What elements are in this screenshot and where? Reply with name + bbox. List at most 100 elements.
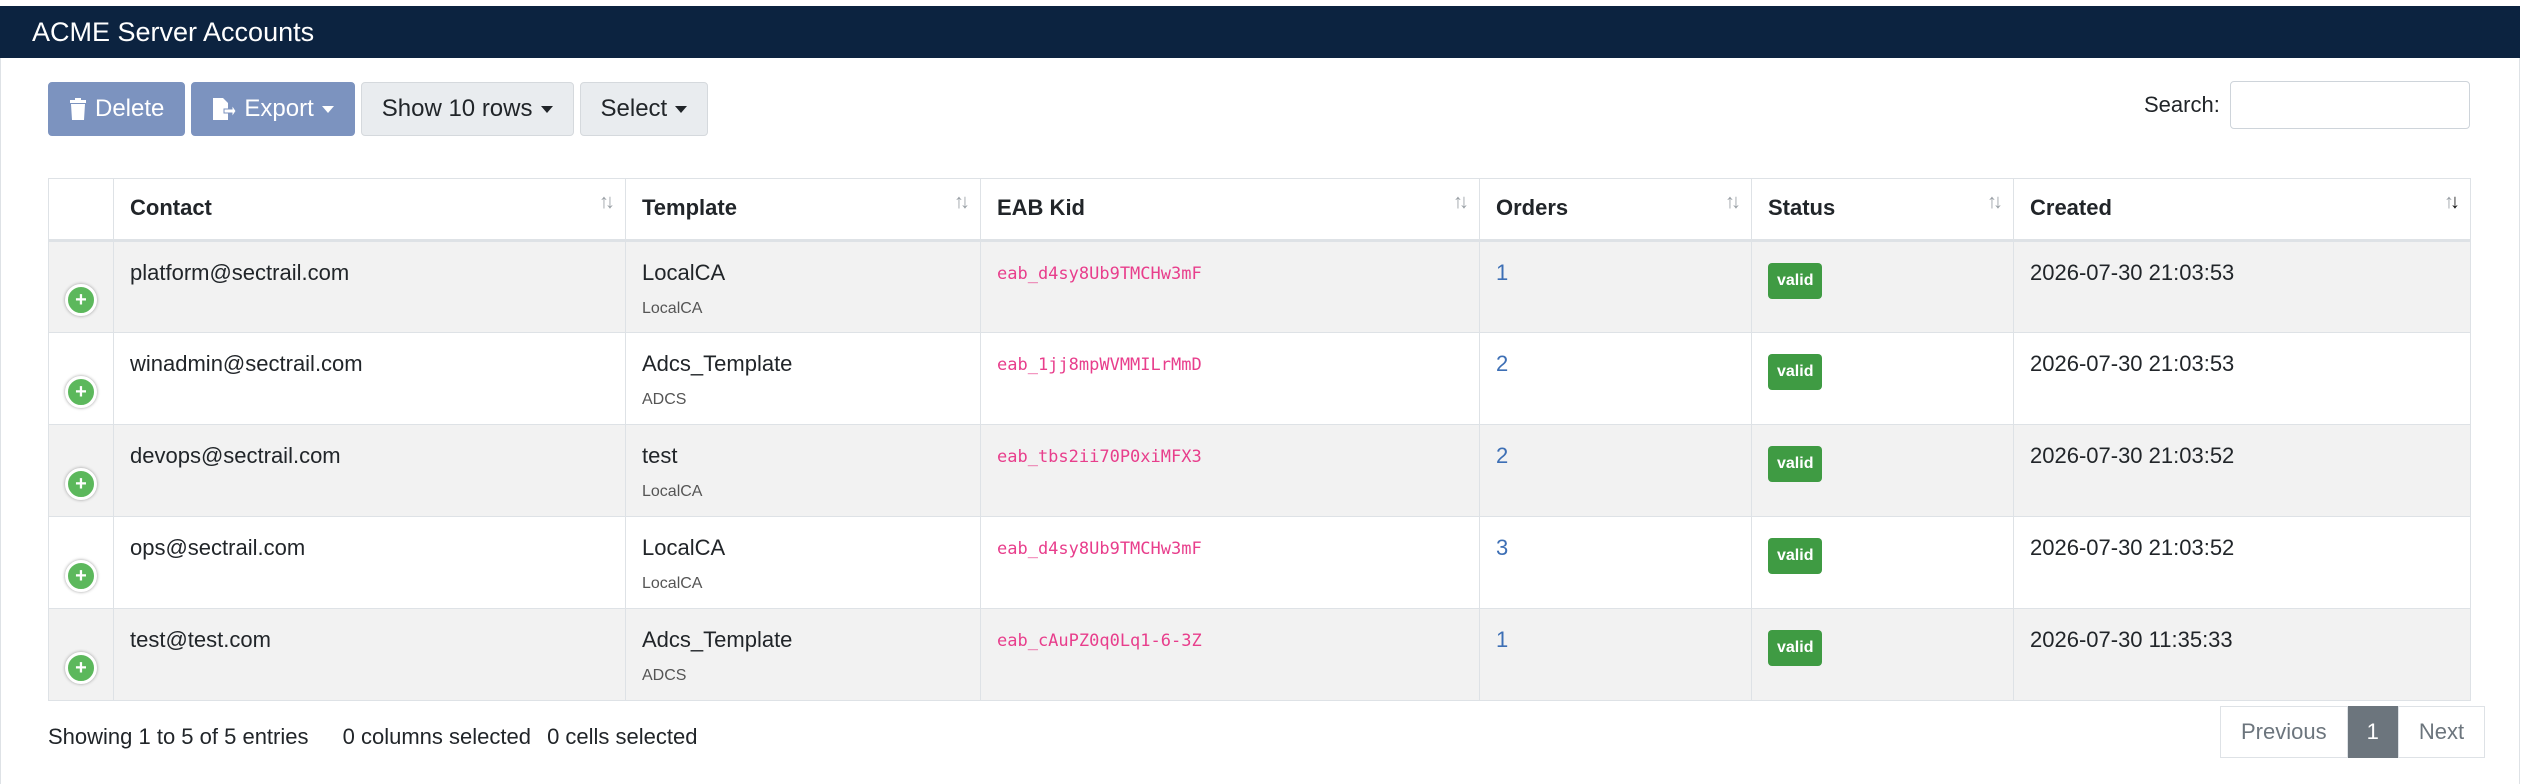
status-badge: valid	[1768, 263, 1823, 299]
search-label: Search:	[2144, 92, 2220, 117]
eab-kid-code: eab_d4sy8Ub9TMCHw3mF	[997, 539, 1202, 559]
toolbar: Delete Export Show 10 rows Select	[48, 82, 709, 136]
orders-cell: 2	[1479, 332, 1752, 425]
select-button[interactable]: Select	[579, 82, 709, 136]
created-cell: 2026-07-30 11:35:33	[2013, 608, 2471, 701]
expand-cell: +	[48, 424, 114, 517]
columns-selected-text: 0 columns selected	[342, 724, 531, 749]
created-cell: 2026-07-30 21:03:52	[2013, 516, 2471, 609]
chevron-down-icon	[321, 105, 334, 113]
table-row[interactable]: + test@test.com Adcs_Template ADCS eab_cA…	[48, 608, 2471, 701]
orders-link[interactable]: 1	[1496, 627, 1508, 652]
eab-kid-code: eab_cAuPZ0q0Lq1-6-3Z	[997, 631, 1202, 651]
orders-cell: 3	[1479, 516, 1752, 609]
column-label: Contact	[130, 195, 212, 220]
plus-circle-icon[interactable]: +	[65, 651, 97, 684]
accounts-table: Contact ↑↓ Template ↑↓ EAB Kid ↑↓ Orders ↑↓ …	[48, 178, 2471, 701]
table-row[interactable]: + winadmin@sectrail.com Adcs_Template ADC…	[48, 332, 2471, 425]
template-type: LocalCA	[642, 483, 703, 500]
eab-kid-cell: eab_tbs2ii70P0xiMFX3	[980, 424, 1480, 517]
status-cell: valid	[1751, 516, 2014, 609]
column-label: EAB Kid	[997, 195, 1085, 220]
show-rows-label: Show 10 rows	[381, 95, 533, 122]
pagination: Previous 1 Next	[2220, 706, 2486, 758]
contact-cell: devops@sectrail.com	[113, 424, 626, 517]
eab-kid-code: eab_1jj8mpWVMMILrMmD	[997, 355, 1202, 375]
column-header-status[interactable]: Status ↑↓	[1751, 178, 2014, 242]
orders-cell: 1	[1479, 608, 1752, 701]
template-name: test	[642, 443, 678, 468]
plus-circle-icon[interactable]: +	[65, 375, 97, 408]
column-label: Status	[1768, 195, 1836, 220]
plus-circle-icon[interactable]: +	[65, 467, 97, 500]
expand-cell: +	[48, 608, 114, 701]
status-cell: valid	[1751, 608, 2014, 701]
eab-kid-cell: eab_d4sy8Ub9TMCHw3mF	[980, 240, 1480, 333]
status-badge: valid	[1768, 446, 1823, 482]
contact-cell: ops@sectrail.com	[113, 516, 626, 609]
expand-cell: +	[48, 516, 114, 609]
table-row[interactable]: + ops@sectrail.com LocalCA LocalCA eab_d4…	[48, 516, 2471, 609]
created-cell: 2026-07-30 21:03:52	[2013, 424, 2471, 517]
contact-cell: test@test.com	[113, 608, 626, 701]
chevron-down-icon	[540, 105, 553, 113]
sort-arrows-icon: ↑↓	[1725, 191, 1741, 213]
orders-link[interactable]: 1	[1496, 260, 1508, 285]
search-input[interactable]	[2230, 81, 2470, 129]
table-row[interactable]: + platform@sectrail.com LocalCA LocalCA e…	[48, 240, 2471, 333]
eab-kid-cell: eab_d4sy8Ub9TMCHw3mF	[980, 516, 1480, 609]
expand-column-header	[48, 178, 114, 242]
show-rows-button[interactable]: Show 10 rows	[360, 82, 574, 136]
template-name: LocalCA	[642, 535, 726, 560]
chevron-down-icon	[675, 105, 688, 113]
orders-cell: 1	[1479, 240, 1752, 333]
eab-kid-cell: eab_1jj8mpWVMMILrMmD	[980, 332, 1480, 425]
orders-link[interactable]: 2	[1496, 351, 1508, 376]
sort-arrows-icon: ↑↓	[599, 191, 615, 213]
page-1-button[interactable]: 1	[2347, 706, 2398, 758]
table-row[interactable]: + devops@sectrail.com test LocalCA eab_tb…	[48, 424, 2471, 517]
column-header-contact[interactable]: Contact ↑↓	[113, 178, 626, 242]
export-button[interactable]: Export	[191, 82, 355, 136]
eab-kid-code: eab_d4sy8Ub9TMCHw3mF	[997, 264, 1202, 284]
column-label: Orders	[1496, 195, 1569, 220]
column-label: Created	[2030, 195, 2112, 220]
column-header-eab-kid[interactable]: EAB Kid ↑↓	[980, 178, 1480, 242]
template-name: Adcs_Template	[642, 627, 793, 652]
status-cell: valid	[1751, 332, 2014, 425]
showing-entries-text: Showing 1 to 5 of 5 entries	[48, 724, 309, 749]
column-header-template[interactable]: Template ↑↓	[625, 178, 981, 242]
template-type: LocalCA	[642, 575, 703, 592]
plus-circle-icon[interactable]: +	[65, 559, 97, 592]
expand-cell: +	[48, 332, 114, 425]
orders-link[interactable]: 2	[1496, 443, 1508, 468]
status-badge: valid	[1768, 538, 1823, 574]
template-type: ADCS	[642, 667, 687, 684]
previous-page-button[interactable]: Previous	[2220, 706, 2348, 758]
table-header-row: Contact ↑↓ Template ↑↓ EAB Kid ↑↓ Orders ↑↓ …	[48, 178, 2471, 242]
export-label: Export	[244, 95, 314, 122]
delete-button[interactable]: Delete	[48, 82, 186, 136]
sort-arrows-icon: ↑↓	[1453, 191, 1469, 213]
contact-cell: platform@sectrail.com	[113, 240, 626, 333]
delete-label: Delete	[95, 95, 165, 122]
status-cell: valid	[1751, 424, 2014, 517]
template-cell: LocalCA LocalCA	[625, 516, 981, 609]
eab-kid-code: eab_tbs2ii70P0xiMFX3	[997, 447, 1202, 467]
plus-circle-icon[interactable]: +	[65, 284, 97, 316]
orders-cell: 2	[1479, 424, 1752, 517]
sort-desc-icon: ↑↓	[2444, 191, 2460, 213]
table-info: Showing 1 to 5 of 5 entries 0 columns se…	[48, 724, 726, 750]
orders-link[interactable]: 3	[1496, 535, 1508, 560]
template-cell: Adcs_Template ADCS	[625, 608, 981, 701]
status-cell: valid	[1751, 240, 2014, 333]
template-name: LocalCA	[642, 260, 726, 285]
column-header-created[interactable]: Created ↑↓	[2013, 178, 2471, 242]
sort-arrows-icon: ↑↓	[954, 191, 970, 213]
next-page-button[interactable]: Next	[2397, 706, 2486, 758]
eab-kid-cell: eab_cAuPZ0q0Lq1-6-3Z	[980, 608, 1480, 701]
template-cell: LocalCA LocalCA	[625, 240, 981, 333]
template-type: ADCS	[642, 391, 687, 408]
template-cell: test LocalCA	[625, 424, 981, 517]
column-header-orders[interactable]: Orders ↑↓	[1479, 178, 1752, 242]
